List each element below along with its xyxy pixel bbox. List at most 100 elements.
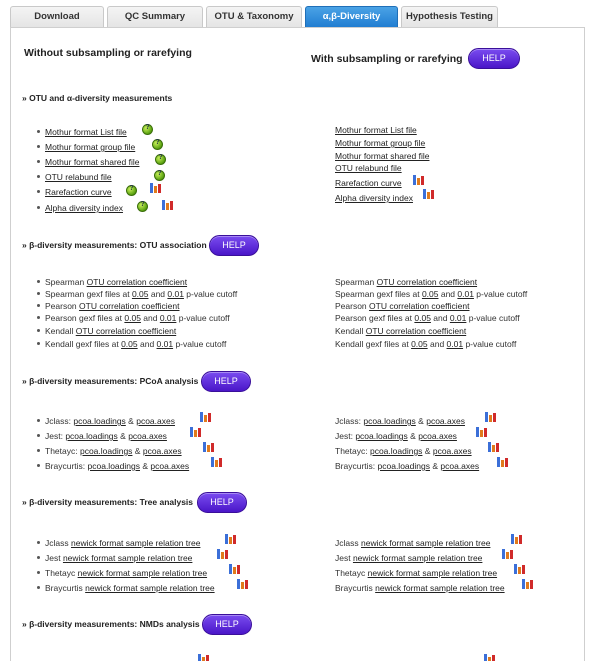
newick-tree-link[interactable]: newick format sample relation tree (63, 553, 192, 563)
gexf-001-link[interactable]: 0.01 (157, 339, 174, 349)
chart-icon[interactable] (484, 653, 496, 661)
tab-diversity[interactable]: α,β-Diversity (305, 6, 398, 28)
chart-icon[interactable] (522, 578, 534, 589)
gexf-001-link[interactable]: 0.01 (160, 313, 177, 323)
gexf-005-link[interactable]: 0.05 (132, 289, 149, 299)
help-icon[interactable] (155, 154, 166, 165)
help-button-subsampling[interactable]: HELP (468, 48, 520, 69)
gexf-005-link[interactable]: 0.05 (414, 313, 431, 323)
chart-icon[interactable] (476, 426, 488, 437)
chart-icon[interactable] (488, 441, 500, 452)
chart-icon[interactable] (217, 548, 229, 559)
gexf-001-link[interactable]: 0.01 (167, 289, 184, 299)
correlation-coefficient-link[interactable]: OTU correlation coefficient (79, 301, 179, 311)
chart-icon[interactable] (150, 182, 162, 193)
gexf-001-link[interactable]: 0.01 (447, 339, 464, 349)
newick-tree-link[interactable]: newick format sample relation tree (85, 583, 214, 593)
pcoa-loadings-link[interactable]: pcoa.loadings (88, 461, 140, 471)
newick-tree-link[interactable]: newick format sample relation tree (368, 568, 497, 578)
chart-icon[interactable] (203, 441, 215, 452)
otu-file-link[interactable]: Mothur format group file (45, 142, 135, 152)
help-icon[interactable] (152, 139, 163, 150)
distance-metric-label: Thetayc: (45, 446, 80, 456)
help-icon[interactable] (137, 201, 148, 212)
otu-file-link[interactable]: Mothur format List file (45, 127, 127, 137)
newick-tree-link[interactable]: newick format sample relation tree (353, 553, 482, 563)
pcoa-loadings-link[interactable]: pcoa.loadings (378, 461, 430, 471)
gexf-005-link[interactable]: 0.05 (124, 313, 141, 323)
otu-file-link[interactable]: OTU relabund file (335, 163, 402, 173)
tab-download[interactable]: Download (10, 6, 104, 28)
chart-icon[interactable] (413, 174, 425, 185)
chart-icon[interactable] (229, 563, 241, 574)
otu-file-link[interactable]: Mothur format shared file (45, 157, 139, 167)
section-tree: » β-diversity measurements: Tree analysi… (22, 497, 194, 507)
pcoa-axes-link[interactable]: pcoa.axes (440, 461, 479, 471)
help-button-association[interactable]: HELP (209, 235, 259, 256)
pcoa-axes-link[interactable]: pcoa.axes (143, 446, 182, 456)
pcoa-loadings-link[interactable]: pcoa.loadings (80, 446, 132, 456)
association-row-left: Kendall gexf files at 0.05 and 0.01 p-va… (37, 338, 226, 350)
help-icon[interactable] (154, 170, 165, 181)
gexf-005-link[interactable]: 0.05 (121, 339, 138, 349)
help-button-pcoa[interactable]: HELP (201, 371, 251, 392)
pcoa-axes-link[interactable]: pcoa.axes (128, 431, 167, 441)
otu-file-link[interactable]: Alpha diversity index (335, 193, 413, 203)
chart-icon[interactable] (511, 533, 523, 544)
correlation-coefficient-link[interactable]: OTU correlation coefficient (87, 277, 187, 287)
help-button-nmds[interactable]: HELP (202, 614, 252, 635)
gexf-001-link[interactable]: 0.01 (457, 289, 474, 299)
otu-file-link[interactable]: OTU relabund file (45, 172, 112, 182)
gexf-005-link[interactable]: 0.05 (411, 339, 428, 349)
pcoa-axes-link[interactable]: pcoa.axes (150, 461, 189, 471)
otu-file-link[interactable]: Rarefaction curve (45, 187, 112, 197)
newick-tree-link[interactable]: newick format sample relation tree (361, 538, 490, 548)
pcoa-axes-link[interactable]: pcoa.axes (426, 416, 465, 426)
pcoa-loadings-link[interactable]: pcoa.loadings (363, 416, 415, 426)
chart-icon[interactable] (237, 578, 249, 589)
chart-icon[interactable] (190, 426, 202, 437)
connector-text: & (139, 461, 151, 471)
newick-tree-link[interactable]: newick format sample relation tree (71, 538, 200, 548)
pcoa-axes-link[interactable]: pcoa.axes (433, 446, 472, 456)
help-icon[interactable] (142, 124, 153, 135)
cutoff-text: p-value cutoff (463, 339, 517, 349)
pcoa-loadings-link[interactable]: pcoa.loadings (370, 446, 422, 456)
help-icon[interactable] (126, 185, 137, 196)
chart-icon[interactable] (485, 411, 497, 422)
otu-file-link[interactable]: Alpha diversity index (45, 203, 123, 213)
chart-icon[interactable] (497, 456, 509, 467)
otu-file-link[interactable]: Mothur format shared file (335, 151, 429, 161)
gexf-001-link[interactable]: 0.01 (450, 313, 467, 323)
pcoa-loadings-link[interactable]: pcoa.loadings (65, 431, 117, 441)
chart-icon[interactable] (162, 199, 174, 210)
pcoa-loadings-link[interactable]: pcoa.loadings (73, 416, 125, 426)
otu-file-link[interactable]: Mothur format List file (335, 125, 417, 135)
pcoa-axes-link[interactable]: pcoa.axes (136, 416, 175, 426)
newick-tree-link[interactable]: newick format sample relation tree (78, 568, 207, 578)
otu-file-link[interactable]: Mothur format group file (335, 138, 425, 148)
chart-icon[interactable] (502, 548, 514, 559)
tab-hypothesis-testing[interactable]: Hypothesis Testing (401, 6, 498, 28)
pcoa-loadings-link[interactable]: pcoa.loadings (355, 431, 407, 441)
chart-icon[interactable] (423, 188, 435, 199)
chart-icon[interactable] (514, 563, 526, 574)
chart-icon[interactable] (211, 456, 223, 467)
otu-file-row-left: Mothur format shared file (37, 156, 139, 168)
gexf-005-link[interactable]: 0.05 (422, 289, 439, 299)
correlation-coefficient-link[interactable]: OTU correlation coefficient (369, 301, 469, 311)
chart-icon[interactable] (198, 653, 210, 661)
tab-qc-summary[interactable]: QC Summary (107, 6, 203, 28)
connector-text: & (407, 431, 419, 441)
newick-tree-link[interactable]: newick format sample relation tree (375, 583, 504, 593)
correlation-coefficient-link[interactable]: OTU correlation coefficient (377, 277, 477, 287)
correlation-coefficient-link[interactable]: OTU correlation coefficient (76, 326, 176, 336)
chart-icon[interactable] (225, 533, 237, 544)
tab-otu-taxonomy[interactable]: OTU & Taxonomy (206, 6, 302, 28)
distance-metric-label: Thetayc (335, 568, 368, 578)
otu-file-link[interactable]: Rarefaction curve (335, 178, 402, 188)
help-button-tree[interactable]: HELP (197, 492, 247, 513)
correlation-coefficient-link[interactable]: OTU correlation coefficient (366, 326, 466, 336)
pcoa-axes-link[interactable]: pcoa.axes (418, 431, 457, 441)
chart-icon[interactable] (200, 411, 212, 422)
